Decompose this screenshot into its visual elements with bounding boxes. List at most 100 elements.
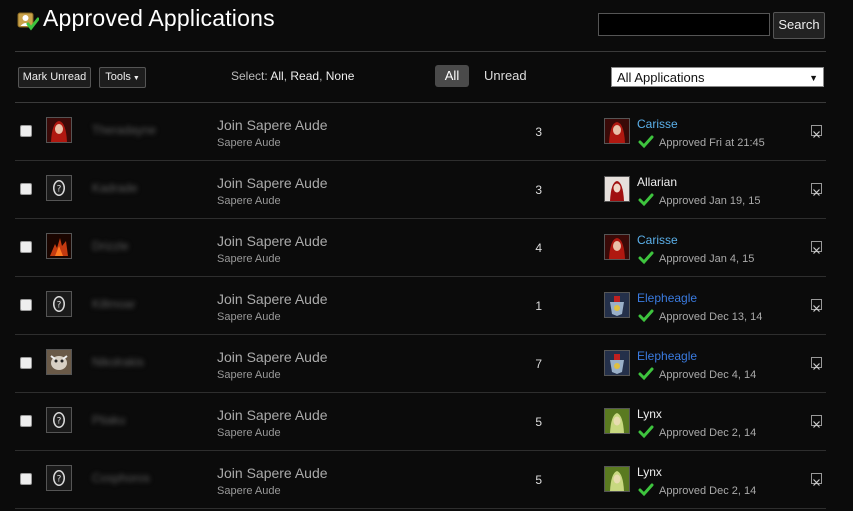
- application-subject[interactable]: Join Sapere Aude: [217, 117, 328, 133]
- table-row[interactable]: ? Cosphoros Join Sapere Aude Sapere Aude…: [0, 451, 853, 509]
- table-row[interactable]: Drizzle Join Sapere Aude Sapere Aude 4 C…: [0, 219, 853, 277]
- application-subject[interactable]: Join Sapere Aude: [217, 407, 328, 423]
- row-checkbox[interactable]: [20, 183, 32, 195]
- search-button[interactable]: Search: [773, 12, 825, 39]
- reply-count: 1: [535, 299, 542, 313]
- reply-count: 3: [535, 183, 542, 197]
- delete-icon[interactable]: [811, 357, 822, 370]
- application-group: Sapere Aude: [217, 485, 281, 497]
- reply-count: 5: [535, 415, 542, 429]
- svg-text:?: ?: [57, 185, 62, 195]
- application-group: Sapere Aude: [217, 195, 281, 207]
- table-row[interactable]: ? Ptiaku Join Sapere Aude Sapere Aude 5 …: [0, 393, 853, 451]
- select-label: Select:: [231, 69, 268, 83]
- approval-status: Approved Dec 4, 14: [659, 369, 757, 381]
- applicant-name[interactable]: Kadrade: [92, 181, 137, 195]
- delete-icon[interactable]: [811, 473, 822, 486]
- reviewer-avatar[interactable]: [604, 466, 630, 492]
- reviewer-name[interactable]: Carisse: [637, 117, 678, 131]
- applicant-name[interactable]: Cosphoros: [92, 471, 150, 485]
- application-subject[interactable]: Join Sapere Aude: [217, 175, 328, 191]
- applicant-name[interactable]: Drizzle: [92, 239, 129, 253]
- reviewer-avatar[interactable]: [604, 234, 630, 260]
- approved-check-icon: [638, 309, 654, 328]
- applicant-avatar[interactable]: [46, 117, 72, 143]
- table-row[interactable]: Nikolrakis Join Sapere Aude Sapere Aude …: [0, 335, 853, 393]
- table-row[interactable]: ? Killmoar Join Sapere Aude Sapere Aude …: [0, 277, 853, 335]
- row-checkbox[interactable]: [20, 299, 32, 311]
- filter-unread-tab[interactable]: Unread: [484, 68, 527, 83]
- application-filter-select[interactable]: All Applications ▼: [611, 67, 824, 87]
- reviewer-name[interactable]: Allarian: [637, 175, 677, 189]
- page-header: Approved Applications Search: [0, 0, 853, 52]
- dropdown-arrow-icon: ▼: [809, 73, 818, 83]
- applicant-avatar[interactable]: ?: [46, 407, 72, 433]
- table-row[interactable]: Theradayne Join Sapere Aude Sapere Aude …: [0, 103, 853, 161]
- svg-text:?: ?: [57, 301, 62, 311]
- delete-icon[interactable]: [811, 415, 822, 428]
- approval-status: Approved Jan 19, 15: [659, 195, 761, 207]
- approved-check-icon: [638, 483, 654, 502]
- applicant-avatar[interactable]: ?: [46, 465, 72, 491]
- approved-check-icon: [638, 251, 654, 270]
- select-none-link[interactable]: None: [326, 69, 355, 83]
- applicant-avatar[interactable]: ?: [46, 175, 72, 201]
- reviewer-avatar[interactable]: [604, 408, 630, 434]
- tools-dropdown[interactable]: Tools ▼: [99, 67, 146, 88]
- row-checkbox[interactable]: [20, 241, 32, 253]
- select-links: Select: All, Read, None: [231, 69, 355, 83]
- svg-text:?: ?: [57, 417, 62, 427]
- delete-icon[interactable]: [811, 183, 822, 196]
- approval-status: Approved Dec 2, 14: [659, 485, 757, 497]
- reviewer-name[interactable]: Lynx: [637, 407, 662, 421]
- reply-count: 4: [535, 241, 542, 255]
- applicant-avatar[interactable]: ?: [46, 291, 72, 317]
- approved-check-icon: [638, 135, 654, 154]
- row-checkbox[interactable]: [20, 415, 32, 427]
- svg-text:?: ?: [57, 475, 62, 485]
- application-subject[interactable]: Join Sapere Aude: [217, 465, 328, 481]
- mark-unread-button[interactable]: Mark Unread: [18, 67, 91, 88]
- applicant-avatar[interactable]: [46, 233, 72, 259]
- reviewer-name[interactable]: Lynx: [637, 465, 662, 479]
- reviewer-name[interactable]: Elepheagle: [637, 291, 697, 305]
- application-subject[interactable]: Join Sapere Aude: [217, 349, 328, 365]
- tools-label: Tools: [105, 71, 131, 83]
- application-subject[interactable]: Join Sapere Aude: [217, 233, 328, 249]
- reply-count: 7: [535, 357, 542, 371]
- application-subject[interactable]: Join Sapere Aude: [217, 291, 328, 307]
- select-read-link[interactable]: Read: [290, 69, 319, 83]
- applicant-name[interactable]: Ptiaku: [92, 413, 125, 427]
- applicant-name[interactable]: Theradayne: [92, 123, 156, 137]
- row-divider: [15, 508, 826, 509]
- reviewer-avatar[interactable]: [604, 350, 630, 376]
- delete-icon[interactable]: [811, 299, 822, 312]
- applicant-name[interactable]: Nikolrakis: [92, 355, 144, 369]
- reviewer-name[interactable]: Elepheagle: [637, 349, 697, 363]
- application-group: Sapere Aude: [217, 311, 281, 323]
- select-all-link[interactable]: All: [270, 69, 283, 83]
- delete-icon[interactable]: [811, 241, 822, 254]
- reviewer-name[interactable]: Carisse: [637, 233, 678, 247]
- reviewer-avatar[interactable]: [604, 292, 630, 318]
- application-group: Sapere Aude: [217, 253, 281, 265]
- reply-count: 3: [535, 125, 542, 139]
- filter-all-tab[interactable]: All: [435, 65, 469, 87]
- approval-status: Approved Fri at 21:45: [659, 137, 765, 149]
- row-checkbox[interactable]: [20, 125, 32, 137]
- approved-user-icon: [17, 11, 40, 31]
- approval-status: Approved Dec 2, 14: [659, 427, 757, 439]
- applicant-name[interactable]: Killmoar: [92, 297, 135, 311]
- reviewer-avatar[interactable]: [604, 176, 630, 202]
- toolbar: Mark Unread Tools ▼ Select: All, Read, N…: [0, 53, 853, 101]
- row-checkbox[interactable]: [20, 473, 32, 485]
- application-filter-value: All Applications: [617, 70, 705, 85]
- approved-check-icon: [638, 425, 654, 444]
- reviewer-avatar[interactable]: [604, 118, 630, 144]
- applicant-avatar[interactable]: [46, 349, 72, 375]
- row-checkbox[interactable]: [20, 357, 32, 369]
- table-row[interactable]: ? Kadrade Join Sapere Aude Sapere Aude 3…: [0, 161, 853, 219]
- application-group: Sapere Aude: [217, 427, 281, 439]
- delete-icon[interactable]: [811, 125, 822, 138]
- search-input[interactable]: [598, 13, 770, 36]
